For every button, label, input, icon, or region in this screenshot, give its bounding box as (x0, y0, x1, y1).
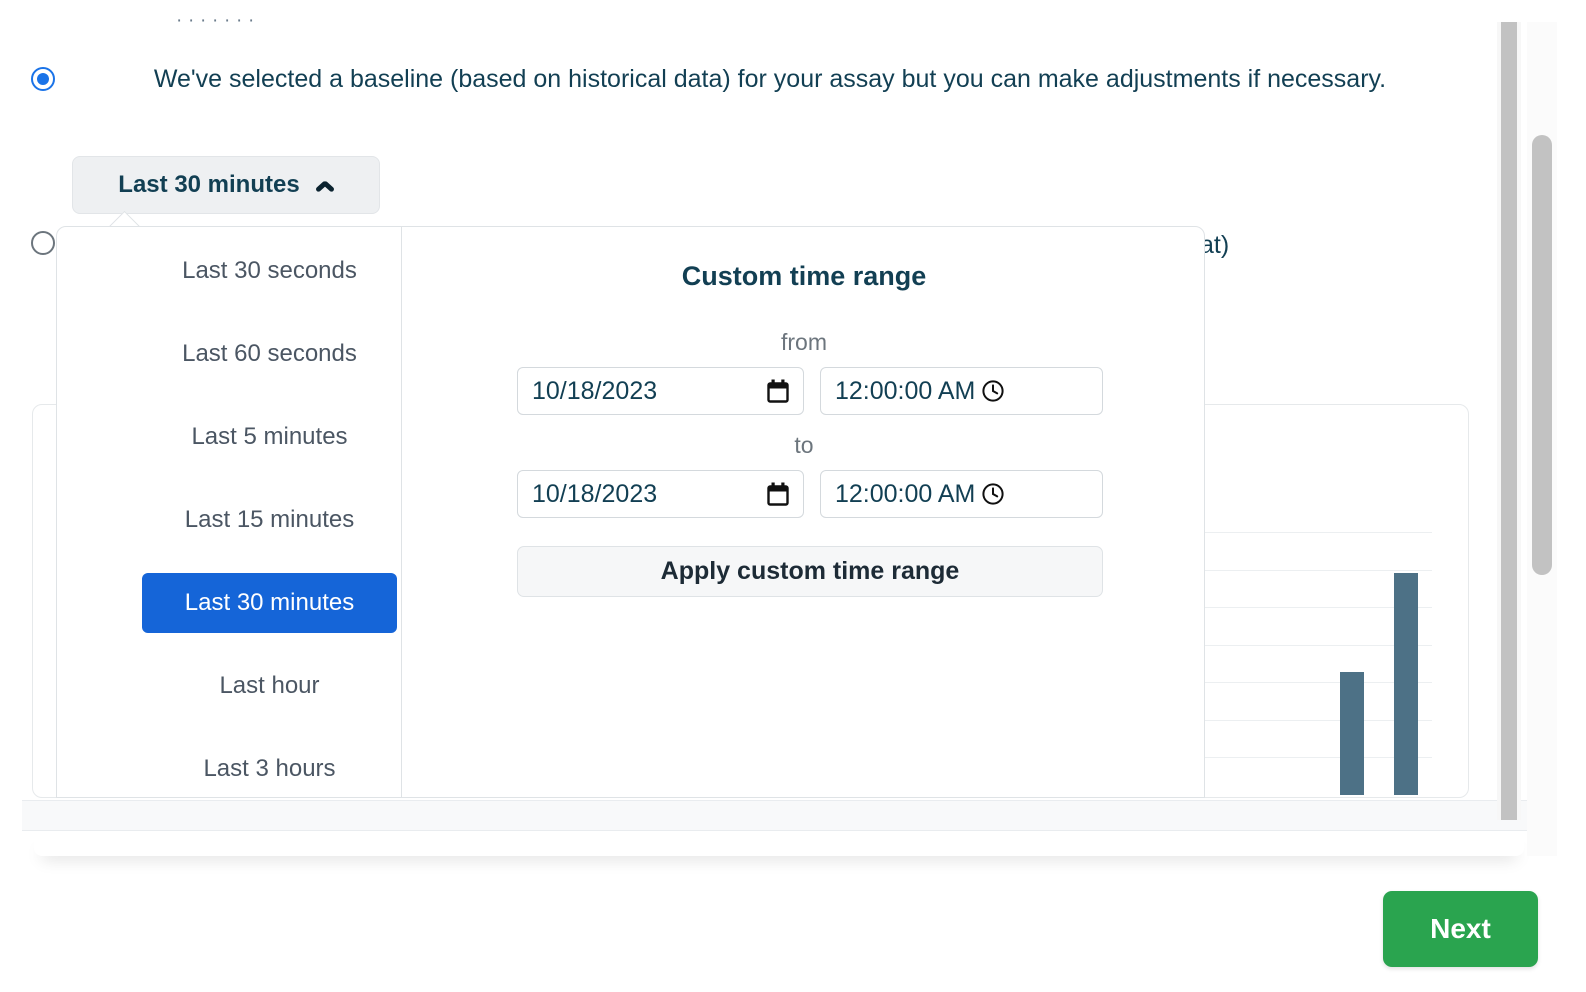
calendar-icon[interactable] (767, 379, 789, 403)
preset-item-last-15-minutes[interactable]: Last 15 minutes (142, 490, 397, 550)
modal-bottom-edge (34, 832, 1524, 856)
preset-label: Last 30 minutes (184, 589, 355, 616)
baseline-description: We've selected a baseline (based on hist… (153, 65, 1387, 93)
from-time-value: 12:00:00 AM (835, 376, 976, 405)
from-date-value: 10/18/2023 (532, 376, 658, 405)
radio-baseline-option[interactable] (31, 67, 55, 91)
preset-item-last-5-minutes[interactable]: Last 5 minutes (142, 407, 397, 467)
preset-item-last-3-hours[interactable]: Last 3 hours (142, 739, 397, 797)
to-label: to (794, 432, 814, 458)
next-button-label: Next (1430, 913, 1491, 944)
inner-scrollbar-thumb[interactable] (1501, 22, 1517, 820)
preset-label: Last 30 seconds (182, 257, 357, 284)
preset-label: Last 15 minutes (184, 506, 355, 533)
preset-label: Last 60 seconds (182, 340, 357, 367)
preset-label: Last hour (219, 672, 320, 699)
bar-chart (1196, 495, 1432, 795)
page-scrollbar-thumb[interactable] (1532, 135, 1552, 575)
chart-gridline (1199, 532, 1432, 533)
apply-custom-time-range-button[interactable]: Apply custom time range (517, 546, 1103, 597)
apply-button-label: Apply custom time range (660, 557, 960, 585)
chevron-up-icon (316, 180, 334, 191)
preset-item-last-30-minutes[interactable]: Last 30 minutes (142, 573, 397, 633)
time-range-dropdown-label: Last 30 minutes (118, 171, 300, 198)
to-date-input[interactable]: 10/18/2023 (517, 470, 804, 518)
preset-item-last-60-seconds[interactable]: Last 60 seconds (142, 324, 397, 384)
to-time-input[interactable]: 12:00:00 AM (820, 470, 1103, 518)
chart-bar[interactable] (1394, 573, 1418, 795)
time-range-dropdown-button[interactable]: Last 30 minutes (72, 156, 380, 214)
radio-custom-option[interactable] (31, 231, 55, 255)
time-range-popover: Last 30 seconds Last 60 seconds Last 5 m… (56, 226, 1205, 798)
screen-root: · · · · · · · We've selected a baseline … (0, 0, 1586, 992)
calendar-icon[interactable] (767, 482, 789, 506)
custom-time-range-panel: Custom time range from 10/18/2023 12:00:… (402, 227, 1204, 797)
preset-item-last-hour[interactable]: Last hour (142, 656, 397, 716)
chart-gridline (1199, 570, 1432, 571)
to-time-value: 12:00:00 AM (835, 479, 976, 508)
clipped-top-text: · · · · · · · (176, 14, 255, 28)
clock-icon[interactable] (981, 482, 1005, 506)
modal-footer-strip (22, 800, 1530, 831)
preset-label: Last 5 minutes (191, 423, 348, 450)
clock-icon[interactable] (981, 379, 1005, 403)
preset-list: Last 30 seconds Last 60 seconds Last 5 m… (57, 227, 401, 797)
modal-body: · · · · · · · We've selected a baseline … (0, 0, 1556, 798)
from-label: from (781, 329, 827, 355)
to-date-value: 10/18/2023 (532, 479, 658, 508)
from-date-input[interactable]: 10/18/2023 (517, 367, 804, 415)
preset-item-last-30-seconds[interactable]: Last 30 seconds (142, 241, 397, 301)
preset-label: Last 3 hours (203, 755, 336, 782)
chart-bar[interactable] (1340, 672, 1364, 795)
custom-time-range-title: Custom time range (681, 261, 927, 291)
from-time-input[interactable]: 12:00:00 AM (820, 367, 1103, 415)
next-button[interactable]: Next (1383, 891, 1538, 967)
